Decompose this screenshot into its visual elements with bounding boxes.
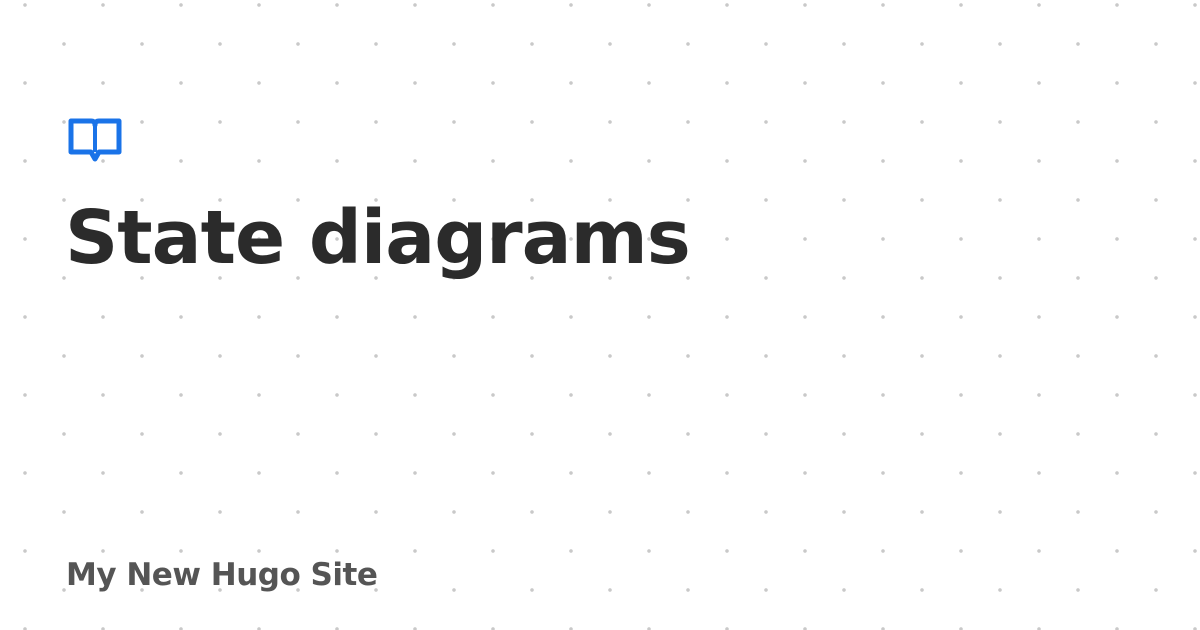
book-open-icon-graphic (68, 118, 122, 162)
og-card: State diagrams My New Hugo Site (0, 0, 1200, 630)
page-title: State diagrams (65, 195, 691, 281)
book-open-icon (68, 117, 122, 163)
site-name: My New Hugo Site (66, 557, 378, 593)
